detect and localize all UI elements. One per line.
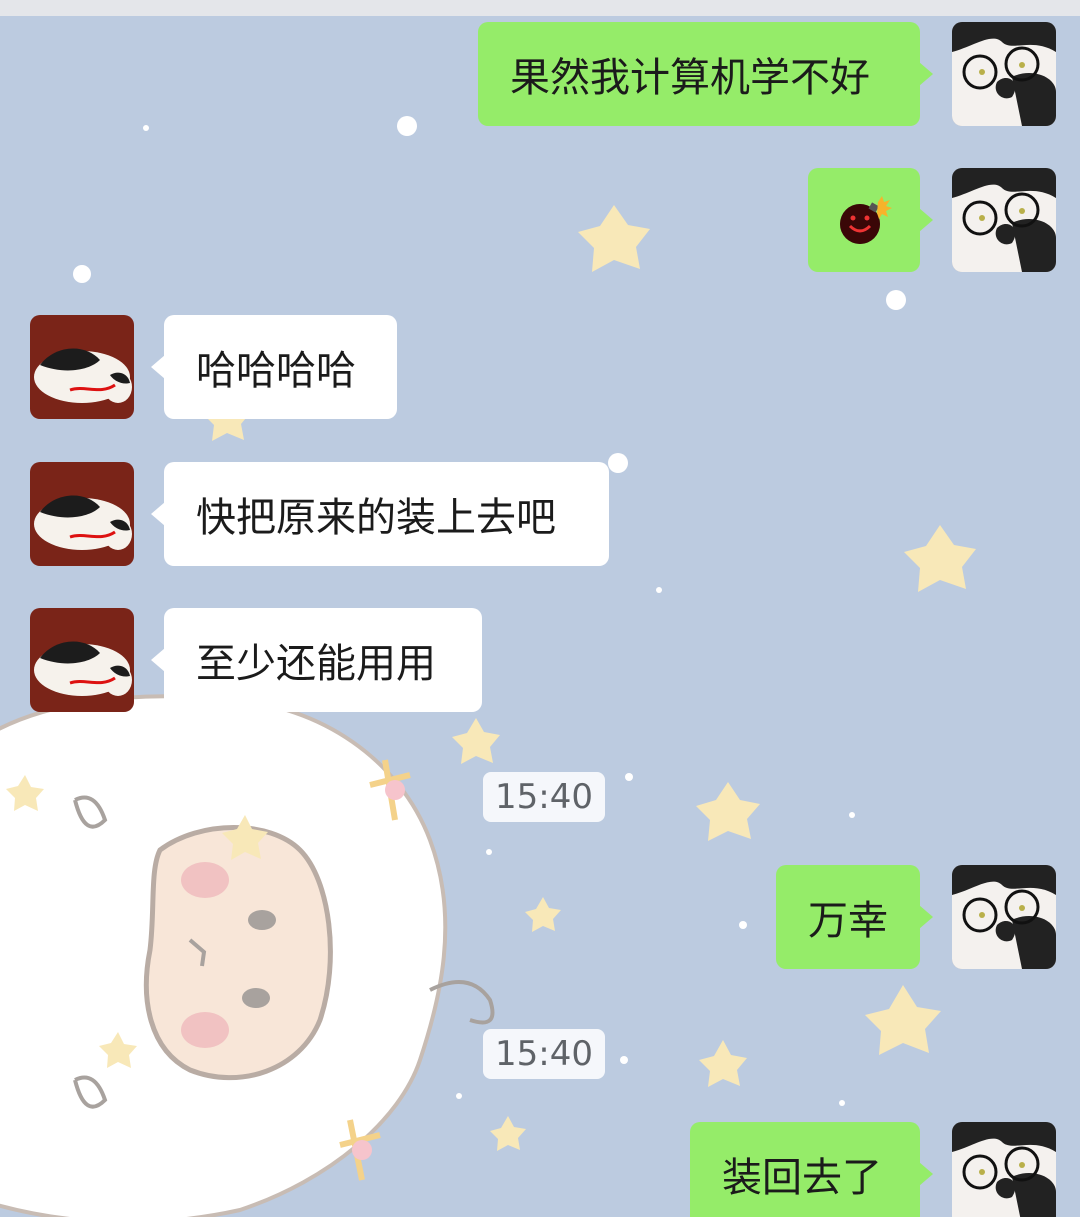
my-avatar[interactable] — [952, 168, 1056, 272]
message-text: 万幸 — [808, 898, 888, 944]
message-text: 至少还能用用 — [196, 641, 436, 687]
bubble-tail — [151, 502, 165, 526]
timestamp: 15:40 — [483, 772, 605, 822]
bubble-tail — [919, 1162, 933, 1186]
bubble-tail — [151, 355, 165, 379]
my-avatar[interactable] — [952, 1122, 1056, 1217]
message-text: 快把原来的装上去吧 — [196, 495, 556, 541]
message-bubble-mine[interactable]: 装回去了 — [690, 1122, 933, 1217]
cat-with-glasses-avatar-icon — [952, 1122, 1056, 1217]
my-avatar[interactable] — [952, 865, 1056, 969]
cat-with-glasses-avatar-icon — [952, 168, 1056, 272]
black-white-cat-avatar-icon — [30, 462, 134, 566]
black-white-cat-avatar-icon — [30, 315, 134, 419]
bubble-tail — [919, 905, 933, 929]
message-bubble-theirs[interactable]: 快把原来的装上去吧 — [151, 462, 609, 566]
bomb-emoji-icon — [840, 196, 892, 244]
message-bubble-theirs[interactable]: 哈哈哈哈 — [151, 315, 397, 419]
timestamp: 15:40 — [483, 1029, 605, 1079]
black-white-cat-avatar-icon — [30, 608, 134, 712]
cat-with-glasses-avatar-icon — [952, 22, 1056, 126]
message-text: 装回去了 — [722, 1155, 882, 1201]
message-bubble-mine[interactable] — [808, 168, 933, 272]
bubble-tail — [919, 208, 933, 232]
cat-with-glasses-avatar-icon — [952, 865, 1056, 969]
message-text: 果然我计算机学不好 — [510, 55, 870, 101]
message-bubble-mine[interactable]: 果然我计算机学不好 — [478, 22, 933, 126]
sheep-illustration — [0, 694, 495, 1217]
message-bubble-theirs[interactable]: 至少还能用用 — [151, 608, 482, 712]
contact-avatar[interactable] — [30, 608, 134, 712]
message-bubble-mine[interactable]: 万幸 — [776, 865, 933, 969]
message-text: 哈哈哈哈 — [196, 348, 356, 394]
bubble-tail — [151, 648, 165, 672]
contact-avatar[interactable] — [30, 315, 134, 419]
contact-avatar[interactable] — [30, 462, 134, 566]
bubble-tail — [919, 62, 933, 86]
chat-view[interactable]: 果然我计算机学不好 哈哈哈哈 快把原来的装上去吧 至少还能用用 15:40 万幸… — [0, 0, 1080, 1217]
my-avatar[interactable] — [952, 22, 1056, 126]
